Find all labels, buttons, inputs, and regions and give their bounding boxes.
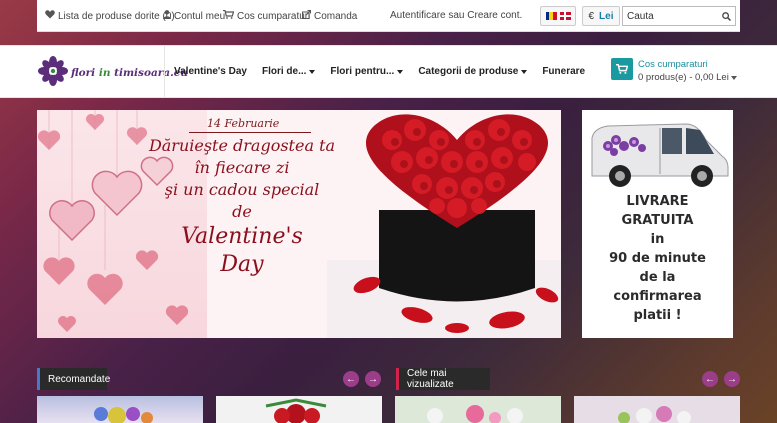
product-thumbnail[interactable] [574,396,740,423]
header-cart[interactable]: Cos cumparaturi 0 produs(e) - 0,00 Lei [611,58,737,84]
cart-icon[interactable] [611,58,633,80]
recommended-prev-button[interactable]: ← [343,371,359,387]
auth-link[interactable]: Autentificare sau Creare cont. [390,10,522,21]
checkout-label: Comanda [314,10,358,22]
search-icon[interactable] [718,7,734,25]
search-input[interactable] [623,10,718,22]
cart-summary[interactable]: 0 produs(e) - 0,00 Lei [638,71,737,84]
nav-flori-pentru[interactable]: Flori pentru... [330,66,404,77]
cart-text: Cos cumparaturi 0 produs(e) - 0,00 Lei [638,58,737,84]
banner-headline: Dăruieşte dragostea ta în fiecare zi şi … [148,136,336,277]
most-viewed-tab: Cele mai vizualizate [396,368,490,390]
cart-title: Cos cumparaturi [638,59,708,70]
caret-down-icon [397,69,404,74]
most-viewed-next-button[interactable]: → [724,371,740,387]
product-thumbnail[interactable] [37,396,203,423]
recommended-next-button[interactable]: → [365,371,381,387]
nav-valentines[interactable]: Valentine's Day [174,66,247,77]
caret-down-icon [309,69,316,74]
cart-icon [223,9,235,22]
euro-option[interactable]: € [588,11,594,22]
top-bar: Lista de produse dorite (0) Contul meu C… [37,0,740,32]
english-flag-icon[interactable] [559,12,571,20]
main-header: flori in timisoara.eu Valentine's Day Fl… [0,45,777,98]
valentines-banner[interactable]: 14 Februarie Dăruieşte dragostea ta în f… [37,110,561,338]
nav-categorii[interactable]: Categorii de produse [418,66,528,77]
share-icon [302,10,311,22]
lei-option[interactable]: Lei [599,11,613,22]
main-nav: Valentine's Day Flori de... Flori pentru… [174,66,600,77]
caret-down-icon [730,75,737,80]
cart-label: Cos cumparaturi [237,10,311,22]
recommended-tab: Recomandate [37,368,110,390]
banner-date: 14 Februarie [207,117,280,130]
free-delivery-text: LIVRARE GRATUITA in 90 de minute de la c… [609,194,706,323]
delivery-van-image [591,123,729,187]
nav-funerare[interactable]: Funerare [542,66,585,77]
logo-text: flori in timisoara.eu [71,66,189,79]
search-box [622,6,736,26]
flower-logo-icon [37,55,69,90]
heart-icon [45,10,55,22]
wishlist-label: Lista de produse dorite (0) [58,10,175,22]
date-underline [189,132,311,133]
currency-selector[interactable]: € Lei [582,6,620,26]
cart-link[interactable]: Cos cumparaturi [223,9,311,22]
user-icon [163,10,171,22]
caret-down-icon [521,69,528,74]
product-thumbnail[interactable] [395,396,561,423]
site-logo[interactable]: flori in timisoara.eu [37,55,188,90]
rose-heart-box-image [327,114,561,338]
most-viewed-prev-button[interactable]: ← [702,371,718,387]
nav-flori-de[interactable]: Flori de... [262,66,316,77]
free-delivery-banner[interactable]: LIVRARE GRATUITA in 90 de minute de la c… [582,110,733,338]
checkout-link[interactable]: Comanda [302,10,357,22]
wishlist-link[interactable]: Lista de produse dorite (0) [45,10,175,22]
header-divider [164,46,165,98]
language-selector[interactable] [540,6,576,26]
account-link[interactable]: Contul meu [163,10,225,22]
account-label: Contul meu [174,10,226,22]
romanian-flag-icon[interactable] [545,12,557,20]
product-thumbnail[interactable] [216,396,382,423]
